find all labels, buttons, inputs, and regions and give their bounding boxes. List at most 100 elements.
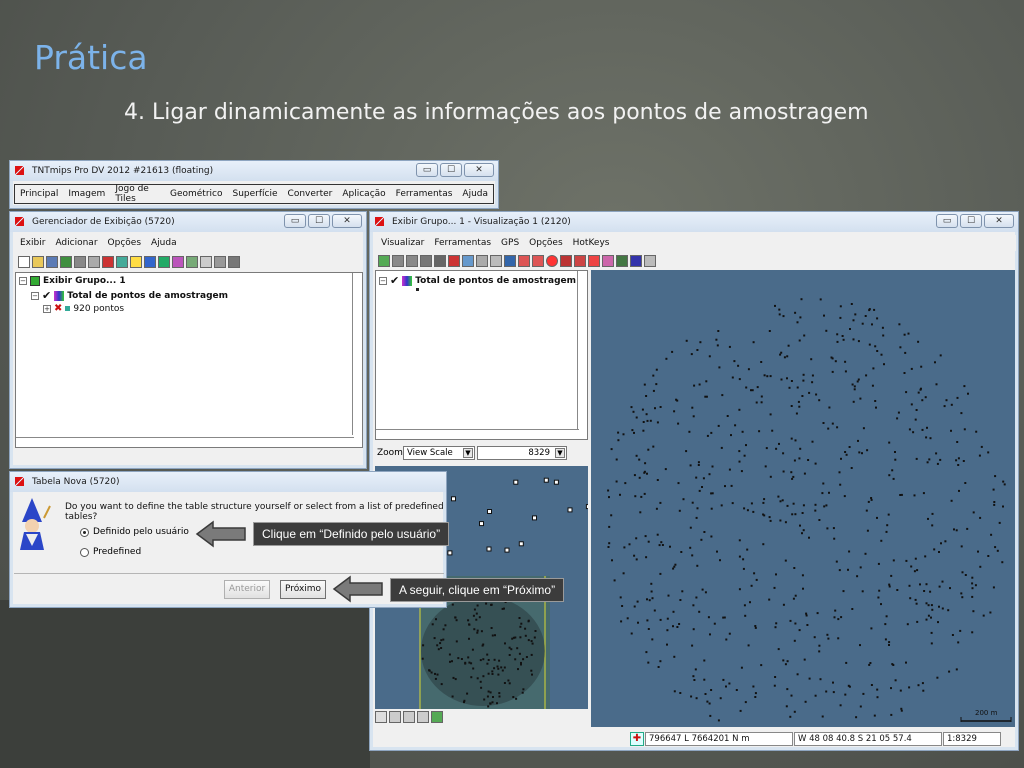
sample-point <box>763 374 766 377</box>
radio-predefined[interactable]: Predefined <box>80 547 141 557</box>
collapse-icon[interactable]: − <box>31 291 39 300</box>
collapse-icon[interactable]: − <box>379 276 387 285</box>
new-table-titlebar[interactable]: Tabela Nova (5720) <box>10 472 446 492</box>
minimize-button[interactable]: ▭ <box>416 163 438 177</box>
map-icon[interactable] <box>186 256 198 268</box>
select-icon[interactable] <box>462 255 474 267</box>
list-icon[interactable] <box>375 711 387 723</box>
grid-icon[interactable] <box>172 256 184 268</box>
camera-icon[interactable] <box>434 255 446 267</box>
legend-vertical-scrollbar[interactable] <box>577 271 587 429</box>
redraw-icon[interactable] <box>378 255 390 267</box>
settings-icon[interactable] <box>644 255 656 267</box>
add-point-icon[interactable] <box>490 255 502 267</box>
pan-icon[interactable] <box>448 255 460 267</box>
menu-ajuda[interactable]: Ajuda <box>457 189 493 199</box>
radio-unselected-icon[interactable] <box>80 547 89 557</box>
menu-hotkeys[interactable]: HotKeys <box>568 238 615 248</box>
zoom-in-icon[interactable] <box>392 255 404 267</box>
find-icon[interactable] <box>574 255 586 267</box>
crosshair-icon[interactable]: ✚ <box>630 732 644 746</box>
sample-point <box>960 545 963 548</box>
menu-visualizar[interactable]: Visualizar <box>376 238 429 248</box>
save-icon[interactable] <box>46 256 58 268</box>
tree-row-group[interactable]: − Exibir Grupo... 1 <box>19 276 126 286</box>
menu-adicionar[interactable]: Adicionar <box>50 238 102 248</box>
vector-icon[interactable] <box>74 256 86 268</box>
tree-row-layer[interactable]: − ✔ Total de pontos de amostragem <box>31 289 228 302</box>
menu-ferramentas[interactable]: Ferramentas <box>429 238 496 248</box>
add-layer-icon[interactable] <box>102 256 114 268</box>
tree-row-points[interactable]: + ✖ 920 pontos <box>43 303 124 314</box>
shape-icon[interactable] <box>88 256 100 268</box>
menu-exibir[interactable]: Exibir <box>15 238 50 248</box>
measure-icon[interactable] <box>476 255 488 267</box>
menu-gps[interactable]: GPS <box>496 238 524 248</box>
zoom-extent-icon[interactable] <box>420 255 432 267</box>
collapse-icon[interactable]: − <box>19 277 27 285</box>
menu-ferramentas[interactable]: Ferramentas <box>391 189 458 199</box>
main-window-titlebar[interactable]: TNTmips Pro DV 2012 #21613 (floating) ▭ … <box>10 161 498 181</box>
maximize-button[interactable]: ☐ <box>308 214 330 228</box>
legend-row-layer[interactable]: − ✔ Total de pontos de amostragem <box>379 274 576 287</box>
menu-opcoes[interactable]: Opções <box>524 238 567 248</box>
sample-point <box>719 559 721 562</box>
horizontal-scrollbar[interactable] <box>16 437 354 447</box>
menu-opcoes[interactable]: Opções <box>103 238 146 248</box>
maximize-button[interactable]: ☐ <box>440 163 462 177</box>
minimize-button[interactable]: ▭ <box>284 214 306 228</box>
export-icon[interactable] <box>630 255 642 267</box>
back-button[interactable]: Anterior <box>224 580 270 599</box>
zoom-extent-icon[interactable] <box>417 711 429 723</box>
menu-superficie[interactable]: Superfície <box>228 189 283 199</box>
close-button[interactable]: ✕ <box>332 214 362 228</box>
maximize-button[interactable]: ☐ <box>960 214 982 228</box>
menu-aplicacao[interactable]: Aplicação <box>337 189 390 199</box>
close-button[interactable]: ✕ <box>464 163 494 177</box>
menu-jogo-de-tiles[interactable]: Jogo de Tiles <box>110 184 165 204</box>
open-folder-icon[interactable] <box>32 256 44 268</box>
back-icon[interactable] <box>518 255 530 267</box>
properties-icon[interactable] <box>228 256 240 268</box>
cad-icon[interactable] <box>130 256 142 268</box>
new-icon[interactable] <box>18 256 30 268</box>
zoom-mode-select[interactable]: View Scale ▼ <box>403 446 475 460</box>
main-map-canvas[interactable]: 200 m <box>591 270 1015 727</box>
radio-user-defined[interactable]: Definido pelo usuário <box>80 527 189 537</box>
expand-icon[interactable]: + <box>43 304 51 313</box>
display-manager-titlebar[interactable]: Gerenciador de Exibição (5720) ▭ ☐ ✕ <box>10 212 366 232</box>
gps-icon[interactable] <box>560 255 572 267</box>
layer-icon[interactable] <box>60 256 72 268</box>
menu-ajuda[interactable]: Ajuda <box>146 238 182 248</box>
menu-imagem[interactable]: Imagem <box>63 189 110 199</box>
refresh-icon[interactable] <box>431 711 443 723</box>
list-icon[interactable] <box>214 256 226 268</box>
menu-principal[interactable]: Principal <box>15 189 63 199</box>
zoom-out-icon[interactable] <box>403 711 415 723</box>
table-icon[interactable] <box>200 256 212 268</box>
menu-geometrico[interactable]: Geométrico <box>165 189 228 199</box>
radio-selected-icon[interactable] <box>80 527 89 537</box>
pointer-icon[interactable] <box>588 255 600 267</box>
edit-icon[interactable] <box>602 255 614 267</box>
zoom-value-select[interactable]: 8329 ▼ <box>477 446 567 460</box>
stop-icon[interactable] <box>546 255 558 267</box>
raster-icon[interactable] <box>116 256 128 268</box>
zoom-in-icon[interactable] <box>389 711 401 723</box>
tin-icon[interactable] <box>144 256 156 268</box>
vertical-scrollbar[interactable] <box>352 273 362 435</box>
layout-icon[interactable] <box>616 255 628 267</box>
view-window-titlebar[interactable]: Exibir Grupo... 1 - Visualização 1 (2120… <box>370 212 1018 232</box>
close-button[interactable]: ✕ <box>984 214 1014 228</box>
sample-point <box>808 536 810 539</box>
forward-icon[interactable] <box>532 255 544 267</box>
region-icon[interactable] <box>158 256 170 268</box>
minimize-button[interactable]: ▭ <box>936 214 958 228</box>
checkmark-icon[interactable]: ✔ <box>390 274 399 287</box>
checkmark-icon[interactable]: ✔ <box>42 289 51 302</box>
query-icon[interactable] <box>504 255 516 267</box>
zoom-out-icon[interactable] <box>406 255 418 267</box>
next-button[interactable]: Próximo <box>280 580 326 599</box>
menu-converter[interactable]: Converter <box>283 189 338 199</box>
legend-horizontal-scrollbar[interactable] <box>376 429 579 439</box>
